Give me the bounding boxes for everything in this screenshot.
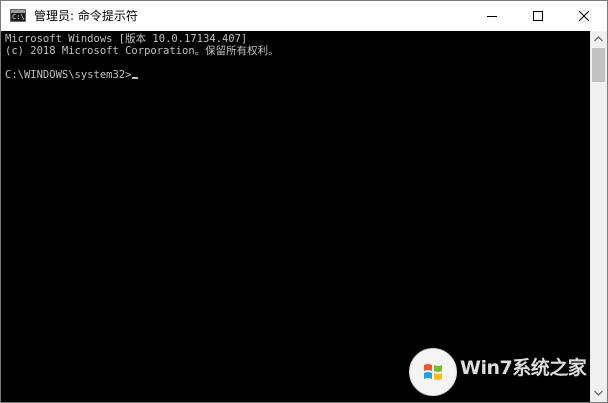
close-button[interactable] [561,1,607,31]
minimize-button[interactable] [469,1,515,31]
cmd-icon-glyph: C:\ [12,13,25,21]
console-prompt: C:\WINDOWS\system32> [5,69,132,81]
console-line-copyright: (c) 2018 Microsoft Corporation。保留所有权利。 [5,45,279,57]
command-prompt-window: C:\ 管理员: 命令提示符 Microsoft Windows [版本 10.… [0,0,608,403]
text-cursor [132,77,139,79]
scroll-up-button[interactable] [590,31,607,48]
minimize-icon [487,16,497,17]
console-prompt-line[interactable]: C:\WINDOWS\system32> [5,69,139,81]
scroll-up-arrow-icon [594,36,603,42]
maximize-icon [533,11,543,21]
close-icon [579,11,589,21]
maximize-button[interactable] [515,1,561,31]
watermark-text: Win7系统之家 [460,357,587,379]
cmd-icon[interactable]: C:\ [10,9,26,22]
window-title: 管理员: 命令提示符 [34,9,138,23]
title-bar[interactable]: C:\ 管理员: 命令提示符 [1,1,607,31]
watermark-logo-circle [409,348,457,396]
console-line-version: Microsoft Windows [版本 10.0.17134.407] [5,33,248,45]
windows-flag-logo [424,364,442,380]
site-watermark: Win7系统之家 [406,345,606,397]
scrollbar-thumb[interactable] [592,48,605,82]
